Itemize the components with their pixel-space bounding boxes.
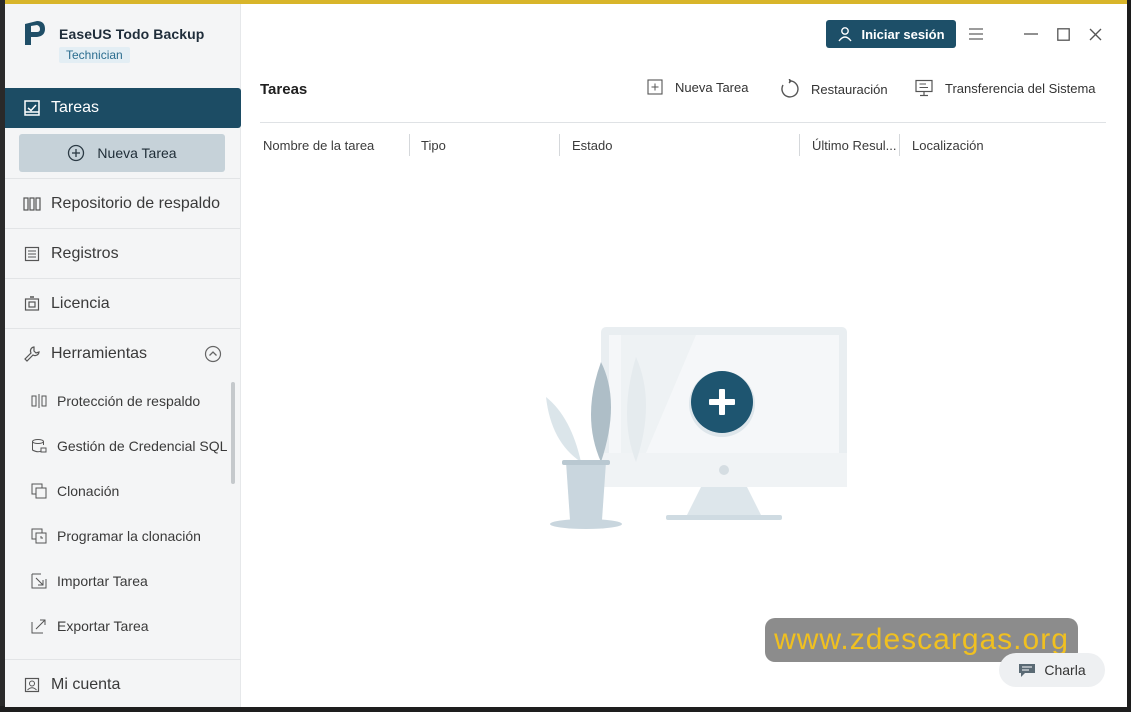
sidebar-item-backup-repository[interactable]: Repositorio de respaldo (5, 178, 240, 228)
monitor-button (719, 465, 729, 475)
sidebar-item-tools[interactable]: Herramientas (5, 328, 240, 378)
system-transfer-action[interactable]: Transferencia del Sistema (915, 79, 1096, 97)
tool-item-label: Gestión de Credencial SQL (57, 437, 228, 454)
plant-pot (566, 462, 606, 520)
maximize-icon (1056, 27, 1070, 41)
sidebar: EaseUS Todo Backup Technician Tareas Nue… (5, 4, 241, 707)
system-transfer-icon (915, 79, 933, 97)
minimize-button[interactable] (1021, 24, 1041, 44)
tasks-icon (23, 99, 41, 117)
column-header-task-name[interactable]: Nombre de la tarea (263, 138, 374, 153)
sidebar-item-my-account[interactable]: Mi cuenta (5, 659, 241, 707)
export-icon (31, 618, 47, 634)
pot-shadow (550, 519, 622, 529)
tool-item-export-task[interactable]: Exportar Tarea (5, 603, 240, 648)
edition-badge: Technician (59, 47, 130, 63)
backup-protection-icon (31, 393, 47, 409)
tool-item-import-task[interactable]: Importar Tarea (5, 558, 240, 603)
column-header-type[interactable]: Tipo (421, 138, 446, 153)
menu-button[interactable] (966, 24, 986, 44)
import-icon (31, 573, 47, 589)
main-content: Iniciar sesión Tareas Nueva Tarea Restau… (241, 4, 1127, 707)
restore-action-label: Restauración (811, 81, 888, 97)
tool-item-backup-protection[interactable]: Protección de respaldo (5, 378, 240, 423)
sidebar-item-label: Tareas (51, 99, 100, 116)
restore-icon (781, 79, 799, 98)
column-resizer[interactable] (559, 134, 560, 156)
tool-item-label: Exportar Tarea (57, 617, 149, 634)
tool-item-label: Protección de respaldo (57, 392, 201, 409)
desktop-background-right (1127, 0, 1131, 712)
add-circle-icon (68, 144, 85, 162)
sidebar-item-license[interactable]: Licencia (5, 278, 240, 328)
tool-item-sql-credential[interactable]: Gestión de Credencial SQL (5, 423, 240, 468)
sidebar-item-label: Repositorio de respaldo (51, 194, 220, 212)
new-task-action[interactable]: Nueva Tarea (647, 79, 748, 95)
tool-item-schedule-clone[interactable]: Programar la clonación (5, 513, 240, 558)
tool-item-label: Clonación (57, 482, 120, 499)
empty-state-illustration[interactable] (526, 322, 856, 532)
add-square-icon (647, 79, 663, 95)
chat-button-label: Charla (1044, 662, 1086, 678)
page-title: Tareas (260, 81, 308, 98)
new-task-action-label: Nueva Tarea (675, 79, 749, 95)
system-transfer-action-label: Transferencia del Sistema (945, 80, 1096, 96)
sidebar-item-tasks[interactable]: Tareas (5, 88, 241, 128)
wrench-icon (23, 345, 41, 363)
close-icon (1089, 28, 1101, 40)
minimize-icon (1024, 33, 1038, 35)
monitor-base (666, 515, 782, 520)
new-task-button-label: Nueva Tarea (97, 145, 177, 161)
repository-icon (23, 195, 41, 213)
column-resizer[interactable] (899, 134, 900, 156)
brand-header: EaseUS Todo Backup Technician (5, 4, 240, 82)
tool-item-clone[interactable]: Clonación (5, 468, 240, 513)
column-header-status[interactable]: Estado (572, 138, 612, 153)
app-window: EaseUS Todo Backup Technician Tareas Nue… (5, 4, 1127, 707)
tool-item-label: Programar la clonación (57, 527, 201, 544)
plant-leaf (546, 397, 581, 462)
chat-icon (1019, 664, 1036, 677)
restore-action[interactable]: Restauración (779, 79, 888, 99)
column-resizer[interactable] (799, 134, 800, 156)
hamburger-icon (969, 28, 983, 40)
sidebar-item-label: Herramientas (51, 344, 148, 362)
tool-item-label: Importar Tarea (57, 572, 148, 589)
maximize-button[interactable] (1053, 24, 1073, 44)
account-icon (23, 676, 41, 694)
database-lock-icon (31, 438, 47, 454)
user-icon (838, 27, 853, 42)
close-button[interactable] (1085, 24, 1105, 44)
chat-button[interactable]: Charla (999, 653, 1105, 687)
column-header-location[interactable]: Localización (912, 138, 984, 153)
monitor-stand (686, 487, 762, 517)
pot-rim (562, 460, 610, 465)
login-button-label: Iniciar sesión (861, 26, 945, 42)
column-header-last-result[interactable]: Último Resul... (812, 138, 897, 153)
sidebar-scrollbar[interactable] (231, 382, 235, 484)
sidebar-item-label: Licencia (51, 294, 110, 312)
app-logo-icon (25, 21, 45, 45)
toolbar-divider (260, 122, 1106, 123)
new-task-button[interactable]: Nueva Tarea (19, 134, 225, 172)
logs-icon (23, 245, 41, 263)
sidebar-item-label: Registros (51, 244, 119, 262)
plus-vertical (719, 389, 725, 415)
schedule-clone-icon (31, 528, 47, 544)
app-name: EaseUS Todo Backup (59, 26, 205, 42)
login-button[interactable]: Iniciar sesión (826, 20, 956, 48)
sidebar-item-label: Mi cuenta (51, 675, 121, 693)
column-resizer[interactable] (409, 134, 410, 156)
sidebar-item-logs[interactable]: Registros (5, 228, 240, 278)
clone-icon (31, 483, 47, 499)
license-icon (23, 295, 41, 313)
chevron-up-icon[interactable] (204, 345, 222, 363)
